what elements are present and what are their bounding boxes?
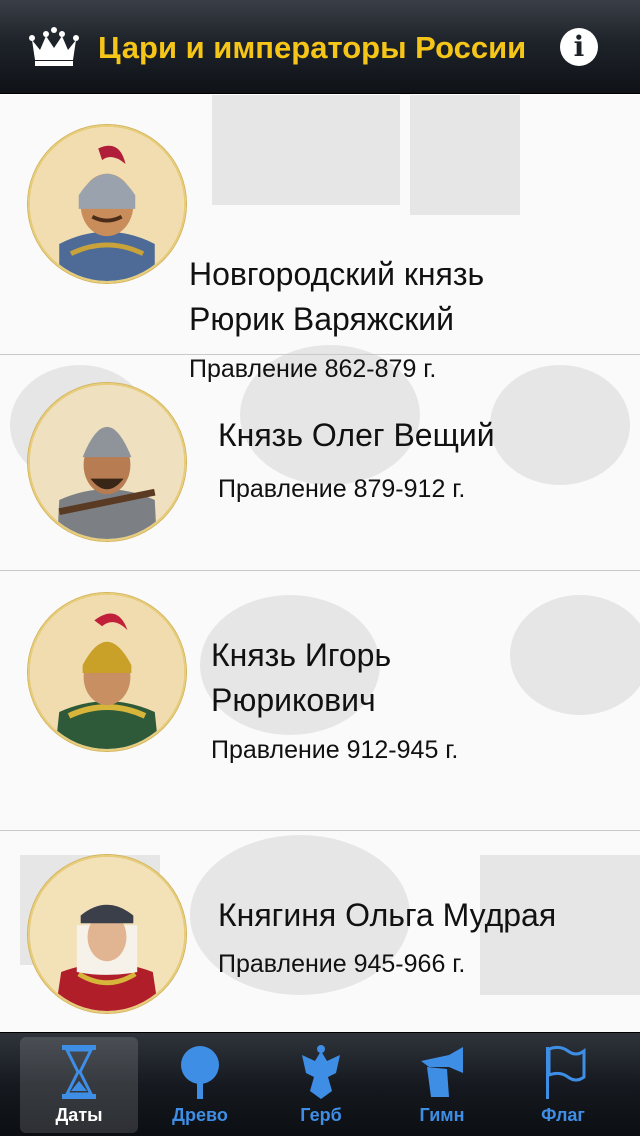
list-item[interactable]: Князь Олег Вещий Правление 879-912 г. [0, 355, 640, 571]
ruler-reign: Правление 945-966 г. [218, 950, 466, 978]
ruler-name-line1: Новгородский князь [189, 256, 485, 292]
portrait-avatar [28, 125, 186, 283]
ruler-name-line1: Князь Игорь [211, 637, 392, 673]
portrait-avatar [28, 383, 186, 541]
tab-flag[interactable]: Флаг [504, 1037, 622, 1133]
nav-bar: Цари и императоры России i [0, 0, 640, 94]
ruler-name-line1: Княгиня Ольга Мудрая [218, 897, 557, 933]
tab-label: Герб [300, 1105, 342, 1125]
list-item[interactable]: Князь Игорь Рюрикович Правление 912-945 … [0, 571, 640, 831]
trumpet-icon [421, 1047, 463, 1097]
hourglass-icon [62, 1045, 96, 1099]
flag-icon [546, 1045, 586, 1099]
ruler-reign: Правление 879-912 г. [218, 475, 466, 503]
tab-tree[interactable]: Древо [141, 1037, 259, 1133]
tab-anthem[interactable]: Гимн [383, 1037, 501, 1133]
portrait-avatar [28, 593, 186, 751]
tab-bar: Даты Древо Герб Гимн Флаг [0, 1032, 640, 1136]
ruler-name-line1: Князь Олег Вещий [218, 417, 495, 453]
ruler-name-line2: Рюрикович [211, 682, 376, 718]
tab-label: Даты [55, 1105, 103, 1125]
tab-label: Гимн [419, 1105, 465, 1125]
ruler-reign: Правление 912-945 г. [211, 736, 459, 764]
tab-dates[interactable]: Даты [20, 1037, 138, 1133]
crown-icon [29, 27, 79, 66]
rulers-list[interactable]: Новгородский князь Рюрик Варяжский Правл… [0, 95, 640, 1032]
list-item[interactable]: Новгородский князь Рюрик Варяжский Правл… [0, 95, 640, 383]
tab-label: Древо [172, 1105, 228, 1125]
double-eagle-icon [302, 1045, 340, 1099]
info-button[interactable]: i [560, 28, 598, 66]
ruler-name-line2: Рюрик Варяжский [189, 301, 454, 337]
list-item[interactable]: Княгиня Ольга Мудрая Правление 945-966 г… [0, 831, 640, 1032]
tab-label: Флаг [541, 1105, 585, 1125]
portrait-avatar [28, 855, 186, 1013]
page-title: Цари и императоры России [98, 30, 527, 65]
tree-icon [181, 1046, 219, 1099]
tab-coat-of-arms[interactable]: Герб [262, 1037, 380, 1133]
